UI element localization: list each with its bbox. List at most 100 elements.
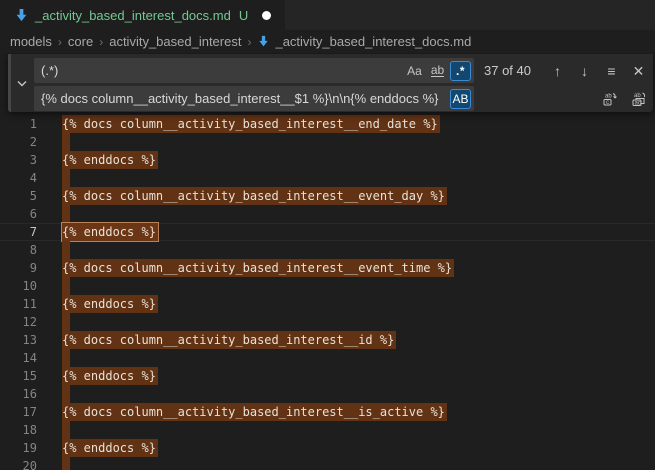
line-number: 15 xyxy=(0,367,62,385)
line-text[interactable] xyxy=(62,349,70,367)
code-line[interactable]: 8 xyxy=(0,241,655,259)
replace-row: {% docs column__activity_based_interest_… xyxy=(34,86,649,111)
search-match: {% docs column__activity_based_interest_… xyxy=(62,331,396,349)
toggle-replace-button[interactable] xyxy=(13,54,31,112)
find-replace-widget: (.*) Aa ab .* 37 of 40 xyxy=(8,54,653,112)
line-number: 18 xyxy=(0,421,62,439)
line-text[interactable]: {% enddocs %} xyxy=(62,295,158,313)
line-text[interactable]: {% enddocs %} xyxy=(62,223,158,241)
line-text[interactable] xyxy=(62,385,70,403)
tab-active-file[interactable]: _activity_based_interest_docs.md U xyxy=(0,0,285,30)
svg-text:c: c xyxy=(606,100,609,106)
line-text[interactable] xyxy=(62,313,70,331)
line-text[interactable]: {% enddocs %} xyxy=(62,367,158,385)
find-widget-resize-sash[interactable] xyxy=(8,54,11,112)
line-number: 19 xyxy=(0,439,62,457)
chevron-down-icon xyxy=(17,80,27,87)
code-line[interactable]: 18 xyxy=(0,421,655,439)
close-find-button[interactable]: ✕ xyxy=(628,60,649,81)
whole-word-icon: ab xyxy=(431,65,444,77)
line-number: 8 xyxy=(0,241,62,259)
breadcrumb-item-activity-based-interest[interactable]: activity_based_interest xyxy=(109,34,241,49)
search-match: {% docs column__activity_based_interest_… xyxy=(62,403,447,421)
breadcrumb-item-core[interactable]: core xyxy=(68,34,93,49)
preserve-case-button[interactable]: AB xyxy=(450,89,471,109)
line-number: 4 xyxy=(0,169,62,187)
line-number: 3 xyxy=(0,151,62,169)
search-match: {% docs column__activity_based_interest_… xyxy=(62,259,454,277)
replace-all-icon: ab ac xyxy=(631,91,647,107)
code-line[interactable]: 19{% enddocs %} xyxy=(0,439,655,457)
svg-text:ab: ab xyxy=(605,93,612,99)
code-line[interactable]: 14 xyxy=(0,349,655,367)
chevron-right-icon: › xyxy=(247,35,251,49)
code-line[interactable]: 4 xyxy=(0,169,655,187)
replace-button[interactable]: ab c xyxy=(599,88,620,109)
line-text[interactable]: {% docs column__activity_based_interest_… xyxy=(62,187,447,205)
search-match: {% enddocs %} xyxy=(62,367,158,385)
code-line[interactable]: 6 xyxy=(0,205,655,223)
match-case-button[interactable]: Aa xyxy=(404,61,425,81)
code-line[interactable]: 5{% docs column__activity_based_interest… xyxy=(0,187,655,205)
tab-bar: _activity_based_interest_docs.md U xyxy=(0,0,655,30)
code-line[interactable]: 11{% enddocs %} xyxy=(0,295,655,313)
code-line[interactable]: 3{% enddocs %} xyxy=(0,151,655,169)
line-text[interactable] xyxy=(62,241,70,259)
line-text[interactable] xyxy=(62,277,70,295)
line-text[interactable]: {% enddocs %} xyxy=(62,151,158,169)
find-row: (.*) Aa ab .* 37 of 40 xyxy=(34,58,649,83)
line-text[interactable] xyxy=(62,457,70,470)
next-match-button[interactable]: ↓ xyxy=(574,60,595,81)
search-match-empty xyxy=(62,133,70,151)
line-text[interactable] xyxy=(62,133,70,151)
line-text[interactable]: {% docs column__activity_based_interest_… xyxy=(62,403,447,421)
code-line[interactable]: 16 xyxy=(0,385,655,403)
unsaved-changes-dot[interactable] xyxy=(262,11,271,20)
line-number: 6 xyxy=(0,205,62,223)
previous-match-button[interactable]: ↑ xyxy=(547,60,568,81)
breadcrumb-item-file[interactable]: _activity_based_interest_docs.md xyxy=(257,34,471,49)
tab-filename: _activity_based_interest_docs.md xyxy=(35,8,231,23)
code-line[interactable]: 7{% enddocs %} xyxy=(0,223,655,241)
code-line[interactable]: 17{% docs column__activity_based_interes… xyxy=(0,403,655,421)
code-line[interactable]: 13{% docs column__activity_based_interes… xyxy=(0,331,655,349)
vscode-window: _activity_based_interest_docs.md U model… xyxy=(0,0,655,470)
search-match-empty xyxy=(62,457,70,470)
search-match: {% enddocs %} xyxy=(62,439,158,457)
code-line[interactable]: 15{% enddocs %} xyxy=(0,367,655,385)
line-text[interactable]: {% docs column__activity_based_interest_… xyxy=(62,115,440,133)
replace-input[interactable]: {% docs column__activity_based_interest_… xyxy=(34,86,474,111)
editor[interactable]: 1{% docs column__activity_based_interest… xyxy=(0,53,655,470)
line-text[interactable] xyxy=(62,169,70,187)
line-text[interactable] xyxy=(62,205,70,223)
search-value: (.*) xyxy=(41,62,402,80)
selection-icon: ≡ xyxy=(607,62,615,80)
search-match: {% docs column__activity_based_interest_… xyxy=(62,115,440,133)
code-line[interactable]: 20 xyxy=(0,457,655,470)
match-case-icon: Aa xyxy=(407,62,422,80)
search-match-empty xyxy=(62,277,70,295)
line-number: 13 xyxy=(0,331,62,349)
line-number: 11 xyxy=(0,295,62,313)
code-line[interactable]: 10 xyxy=(0,277,655,295)
line-number: 17 xyxy=(0,403,62,421)
code-line[interactable]: 1{% docs column__activity_based_interest… xyxy=(0,115,655,133)
line-text[interactable]: {% docs column__activity_based_interest_… xyxy=(62,331,396,349)
search-match-empty xyxy=(62,421,70,439)
line-text[interactable]: {% enddocs %} xyxy=(62,439,158,457)
code-line[interactable]: 12 xyxy=(0,313,655,331)
line-text[interactable]: {% docs column__activity_based_interest_… xyxy=(62,259,454,277)
search-input[interactable]: (.*) Aa ab .* xyxy=(34,58,474,83)
regex-button[interactable]: .* xyxy=(450,61,471,81)
find-in-selection-button[interactable]: ≡ xyxy=(601,60,622,81)
code-line[interactable]: 9{% docs column__activity_based_interest… xyxy=(0,259,655,277)
find-actions: ↑ ↓ ≡ ✕ xyxy=(541,60,649,81)
breadcrumb: models › core › activity_based_interest … xyxy=(0,30,655,53)
code-line[interactable]: 2 xyxy=(0,133,655,151)
breadcrumb-item-models[interactable]: models xyxy=(10,34,52,49)
search-match-empty xyxy=(62,241,70,259)
replace-all-button[interactable]: ab ac xyxy=(628,88,649,109)
line-number: 16 xyxy=(0,385,62,403)
line-text[interactable] xyxy=(62,421,70,439)
whole-word-button[interactable]: ab xyxy=(427,61,448,81)
